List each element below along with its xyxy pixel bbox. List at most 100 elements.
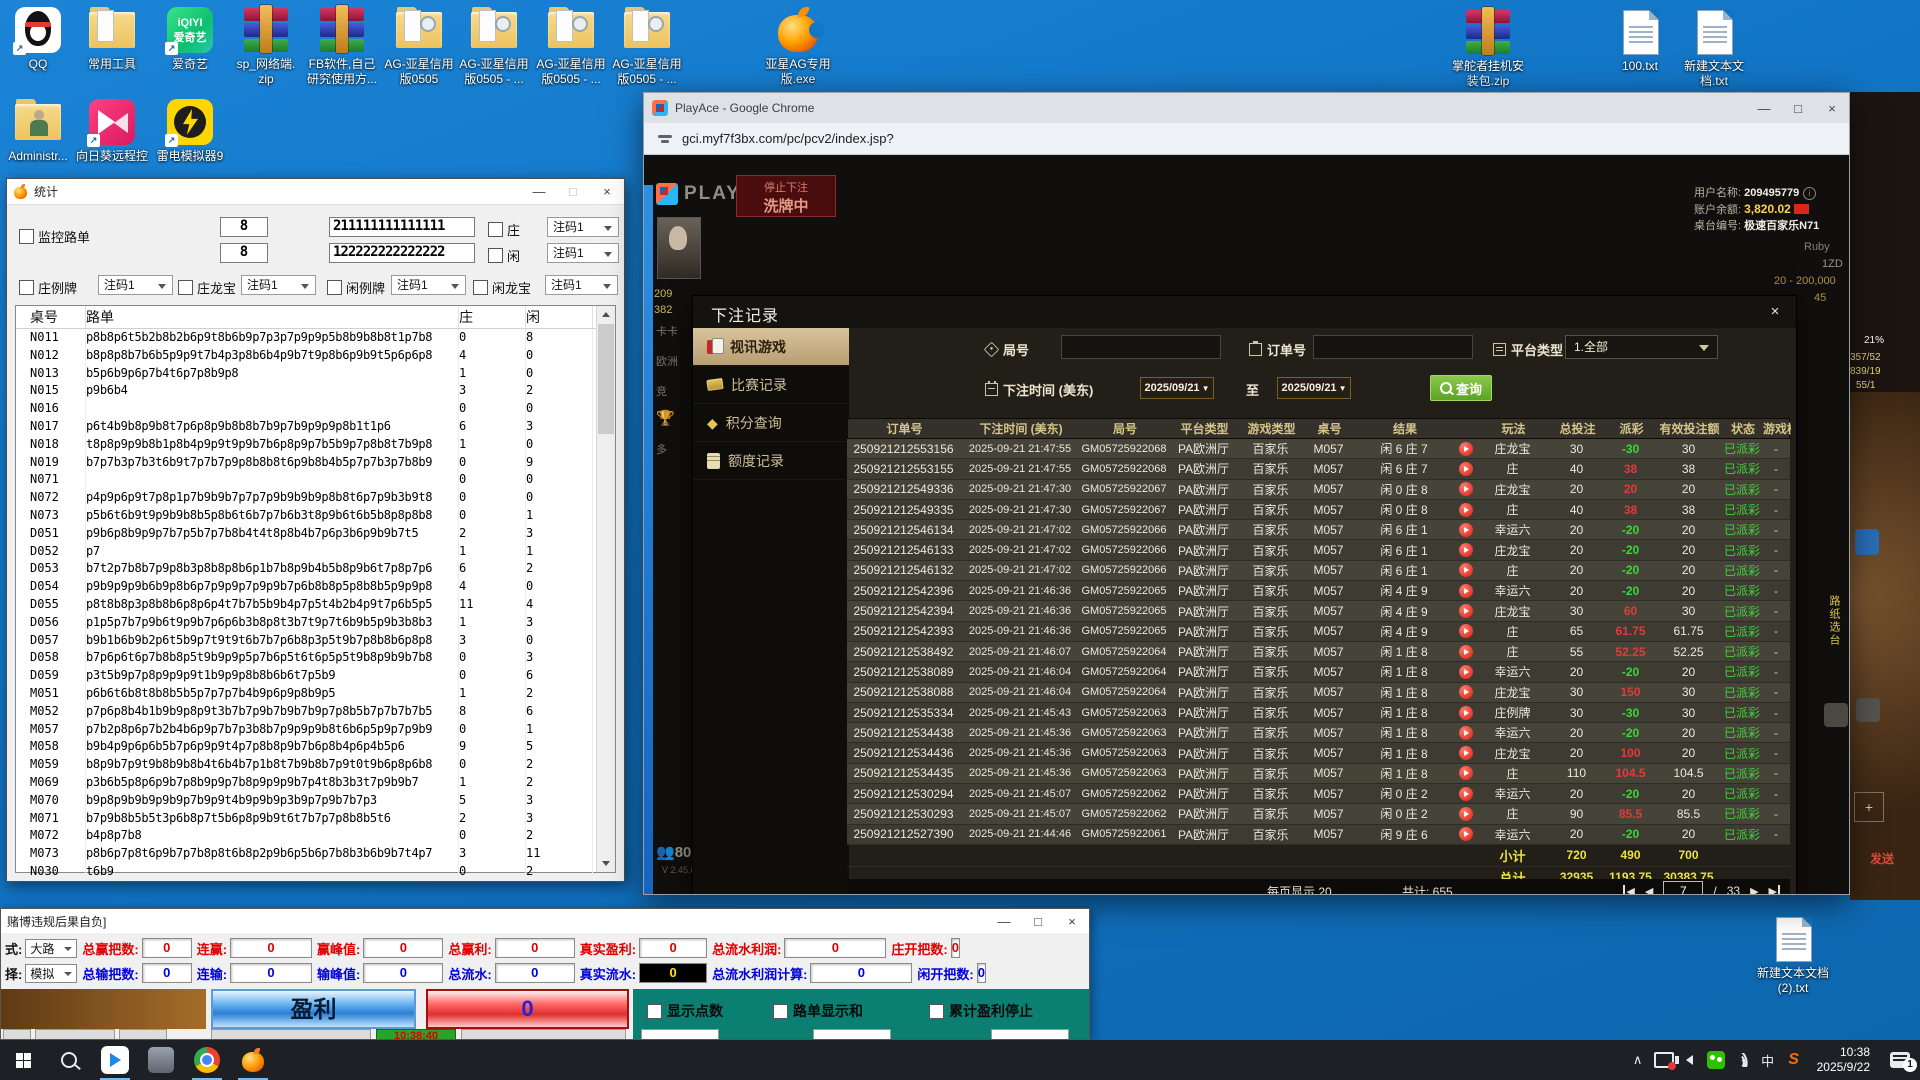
desktop-icon-ag3[interactable]: AG-亚星信用 版0505 - ...: [533, 6, 609, 87]
road-row[interactable]: N073 p5b6t6b9t9p9b9b8b5p8b6t6b7p7b6b3t8p…: [16, 507, 615, 525]
replay-icon[interactable]: [1459, 503, 1473, 517]
banker-toggle[interactable]: 庄: [488, 220, 520, 239]
replay-icon[interactable]: [1459, 462, 1473, 476]
replay-icon[interactable]: [1459, 766, 1473, 780]
scroll-down-icon[interactable]: [597, 855, 615, 872]
page-input[interactable]: [1663, 881, 1703, 894]
banker-checkbox[interactable]: [488, 222, 503, 237]
road-sum-toggle[interactable]: 路单显示和: [773, 1001, 863, 1021]
tray-expand-icon[interactable]: ∧: [1625, 1040, 1651, 1080]
bet-row[interactable]: 250921212538492 2025-09-21 21:46:07 GM05…: [847, 642, 1790, 662]
code-input-2[interactable]: 122222222222222: [329, 243, 475, 263]
replay-icon[interactable]: [1459, 442, 1473, 456]
bet-row[interactable]: 250921212546134 2025-09-21 21:47:02 GM05…: [847, 520, 1790, 540]
bet-row[interactable]: 250921212534436 2025-09-21 21:45:36 GM05…: [847, 743, 1790, 763]
road-row[interactable]: M057 p7b2p8p6p7b2b4b6p9p7b7p3b8b7p9p9p9b…: [16, 721, 615, 739]
desktop-icon-yaxing-exe[interactable]: 亚星AG专用 版.exe: [760, 6, 836, 87]
road-row[interactable]: N015 p9b6b4 3 2: [16, 382, 615, 400]
sidebar-item-fragment[interactable]: 卡卡: [656, 323, 678, 339]
tab-points-query[interactable]: ◆ 积分查询: [693, 404, 849, 442]
stop-on-profit-checkbox[interactable]: [929, 1004, 944, 1019]
stop-on-profit-toggle[interactable]: 累计盈利停止: [929, 1001, 1033, 1021]
road-row[interactable]: M058 b9b4p9p6p6b5b7p6p9p9t4p7p8b8p9b7b6p…: [16, 738, 615, 756]
wechat-icon[interactable]: [1703, 1040, 1729, 1080]
player-pair-toggle[interactable]: 闲例牌: [327, 278, 385, 297]
desktop-icon-100txt[interactable]: 100.txt: [1602, 8, 1678, 74]
option-box[interactable]: [813, 1029, 891, 1040]
banker-pair-toggle[interactable]: 庄例牌: [19, 278, 77, 297]
road-row[interactable]: N012 b8p8p8b7b6b5p9p9t7b4p3p8b6b4p9b7t9p…: [16, 347, 615, 365]
send-button[interactable]: 发送: [1870, 850, 1894, 867]
replay-icon[interactable]: [1459, 685, 1473, 699]
taskbar-ldplayer[interactable]: [92, 1040, 138, 1080]
banker-dragon-select[interactable]: 注码1: [241, 275, 316, 295]
road-row[interactable]: D057 b9b1b6b9b2p6t5b9p7t9t9t6b7b7p6b8p3p…: [16, 632, 615, 650]
replay-icon[interactable]: [1459, 563, 1473, 577]
desktop-icon-fb-zip[interactable]: FB软件,自己 研究使用方...: [304, 6, 380, 87]
replay-icon[interactable]: [1459, 523, 1473, 537]
road-paper-label[interactable]: 路纸选台: [1826, 595, 1842, 647]
road-row[interactable]: D056 p1p5p7b7p9b6t9p9b7p6p6b3b8p8t3b7t9p…: [16, 614, 615, 632]
bet-row[interactable]: 250921212534435 2025-09-21 21:45:36 GM05…: [847, 764, 1790, 784]
player-pair-checkbox[interactable]: [327, 280, 342, 295]
bet-row[interactable]: 250921212538089 2025-09-21 21:46:04 GM05…: [847, 662, 1790, 682]
replay-icon[interactable]: [1459, 746, 1473, 760]
replay-icon[interactable]: [1459, 807, 1473, 821]
replay-icon[interactable]: [1459, 624, 1473, 638]
road-sum-checkbox[interactable]: [773, 1004, 788, 1019]
gear-icon[interactable]: [1824, 703, 1848, 727]
run-mode-select[interactable]: 模拟: [25, 964, 77, 983]
road-row[interactable]: N018 t8p8p9p9b8b1p8b4p9p9t9p9b7b6p8p9p7b…: [16, 436, 615, 454]
notification-icon[interactable]: 1: [1880, 1040, 1920, 1080]
minimize-button[interactable]: —: [1747, 101, 1781, 116]
tab-match-records[interactable]: 比赛记录: [693, 366, 849, 404]
close-button[interactable]: ×: [590, 184, 624, 199]
tab-video-games[interactable]: 视讯游戏: [693, 328, 849, 366]
banker-dragon-toggle[interactable]: 庄龙宝: [178, 278, 236, 297]
road-row[interactable]: D058 b7p6p6t6p7b8b8p5t9b9p9p5p7b6p5t6t6p…: [16, 649, 615, 667]
replay-icon[interactable]: [1459, 827, 1473, 841]
replay-icon[interactable]: [1459, 706, 1473, 720]
banker-betcode-select[interactable]: 注码1: [547, 217, 619, 237]
desktop-icon-ag2[interactable]: AG-亚星信用 版0505 - ...: [456, 6, 532, 87]
maximize-button[interactable]: □: [1021, 914, 1055, 929]
road-row[interactable]: N017 p6t4b9b8p9b8t7p6p8p9b8b8b7b9p7b9p9p…: [16, 418, 615, 436]
replay-icon[interactable]: [1459, 584, 1473, 598]
road-row[interactable]: M069 p3b6b5p8p6p9b7p8b9p9p7b8p9p9p9b7p4t…: [16, 774, 615, 792]
browser-titlebar[interactable]: PlayAce - Google Chrome — □ ×: [644, 93, 1849, 123]
monitor-road-toggle[interactable]: 监控路单: [19, 227, 90, 246]
bet-row[interactable]: 250921212534438 2025-09-21 21:45:36 GM05…: [847, 723, 1790, 743]
sidebar-item-fragment[interactable]: 欧洲: [656, 353, 678, 369]
gear-icon[interactable]: [1856, 698, 1880, 722]
desktop-icon-ldplayer[interactable]: ↗ 雷电模拟器9: [152, 98, 228, 164]
bet-row[interactable]: 250921212542394 2025-09-21 21:46:36 GM05…: [847, 601, 1790, 621]
start-button[interactable]: [0, 1040, 46, 1080]
platform-select[interactable]: 1.全部: [1565, 335, 1718, 359]
first-page-icon[interactable]: ◀: [1623, 885, 1634, 895]
road-row[interactable]: D053 b7t2p7b8b7p9p8b3p8b8p8b6p1b7b8p9b4b…: [16, 560, 615, 578]
bet-row[interactable]: 250921212542393 2025-09-21 21:46:36 GM05…: [847, 622, 1790, 642]
ime-indicator[interactable]: 中: [1755, 1040, 1781, 1080]
road-row[interactable]: N072 p4p9p6p9t7p8p1p7b9b9b7p7p7p9b9b9b9p…: [16, 489, 615, 507]
start-button[interactable]: [211, 1029, 371, 1040]
bet-row[interactable]: 250921212527390 2025-09-21 21:44:46 GM05…: [847, 825, 1790, 845]
road-row[interactable]: D054 p9b9p9p9b6b9p8b6p7p9p9p7p9p9b7p6b8b…: [16, 578, 615, 596]
rounds-input-2[interactable]: 8: [220, 243, 268, 263]
small-button[interactable]: [119, 1029, 167, 1040]
road-row[interactable]: D051 p9b6p8b9p9p7b7p5b7p7b8b4t4t8p8b4b7p…: [16, 525, 615, 543]
road-row[interactable]: M072 b4p8p7b8 0 2: [16, 827, 615, 845]
tool-icon[interactable]: [1855, 529, 1879, 555]
small-button[interactable]: [3, 1029, 31, 1040]
desktop-icon-admin[interactable]: Administr...: [0, 98, 76, 164]
road-row[interactable]: M051 p6b6t6b8t8b8b5b5p7p7p7b4b9p6p9p8b9p…: [16, 685, 615, 703]
search-button[interactable]: [46, 1040, 92, 1080]
maximize-button[interactable]: □: [1781, 101, 1815, 116]
desktop-icon-iqiyi[interactable]: iQIYI 爱奇艺↗ 爱奇艺: [152, 6, 228, 72]
player-betcode-select[interactable]: 注码1: [547, 243, 619, 263]
clock[interactable]: 10:38 2025/9/22: [1807, 1045, 1880, 1075]
player-checkbox[interactable]: [488, 248, 503, 263]
replay-icon[interactable]: [1459, 787, 1473, 801]
player-dragon-toggle[interactable]: 闲龙宝: [473, 278, 531, 297]
search-button[interactable]: 查询: [1430, 375, 1492, 401]
wifi-icon[interactable]: [1729, 1040, 1755, 1080]
